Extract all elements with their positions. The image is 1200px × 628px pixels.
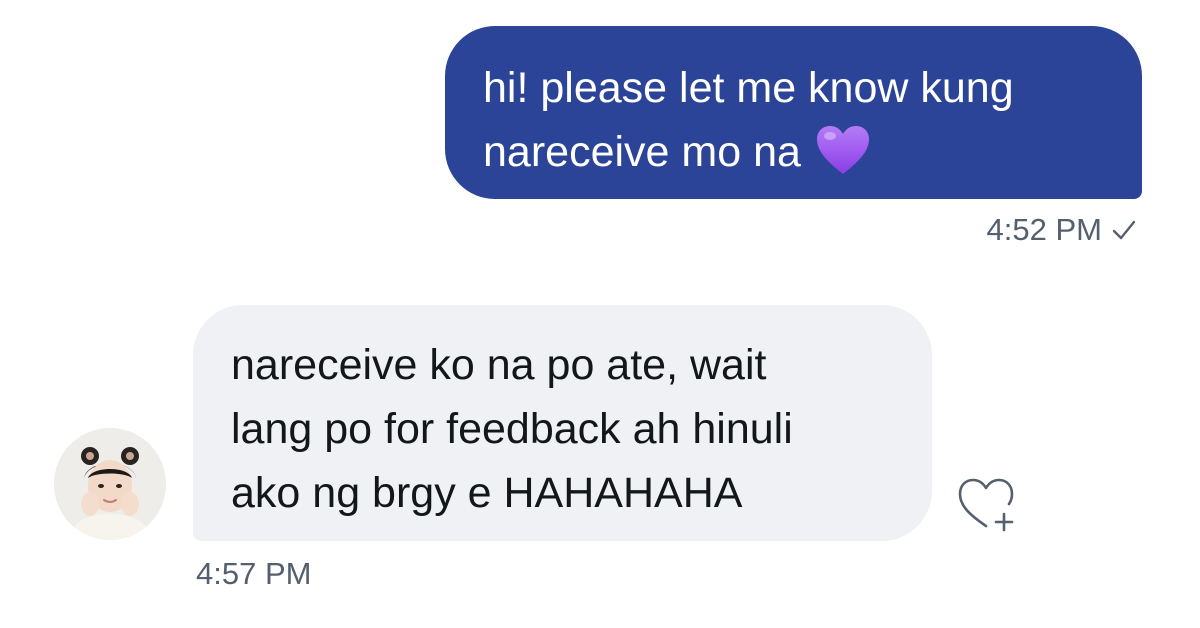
sent-time-label: 4:52 PM xyxy=(986,212,1102,247)
sent-message-text: hi! please let me know kung nareceive mo… xyxy=(483,64,1014,176)
heart-plus-icon xyxy=(958,478,1014,532)
conversation-area: hi! please let me know kung nareceive mo… xyxy=(0,0,1200,628)
received-message-timestamp: 4:57 PM xyxy=(196,556,312,591)
received-message-bubble[interactable]: nareceive ko na po ate, wait lang po for… xyxy=(193,305,932,541)
sent-message-timestamp: 4:52 PM xyxy=(987,212,1138,248)
avatar[interactable] xyxy=(54,428,166,540)
purple-heart-emoji xyxy=(816,126,869,174)
sent-message-bubble[interactable]: hi! please let me know kung nareceive mo… xyxy=(445,26,1142,199)
add-reaction-button[interactable] xyxy=(952,470,1022,534)
received-message-text: nareceive ko na po ate, wait lang po for… xyxy=(231,341,793,517)
avatar-image xyxy=(54,428,166,540)
check-icon xyxy=(1112,220,1136,240)
